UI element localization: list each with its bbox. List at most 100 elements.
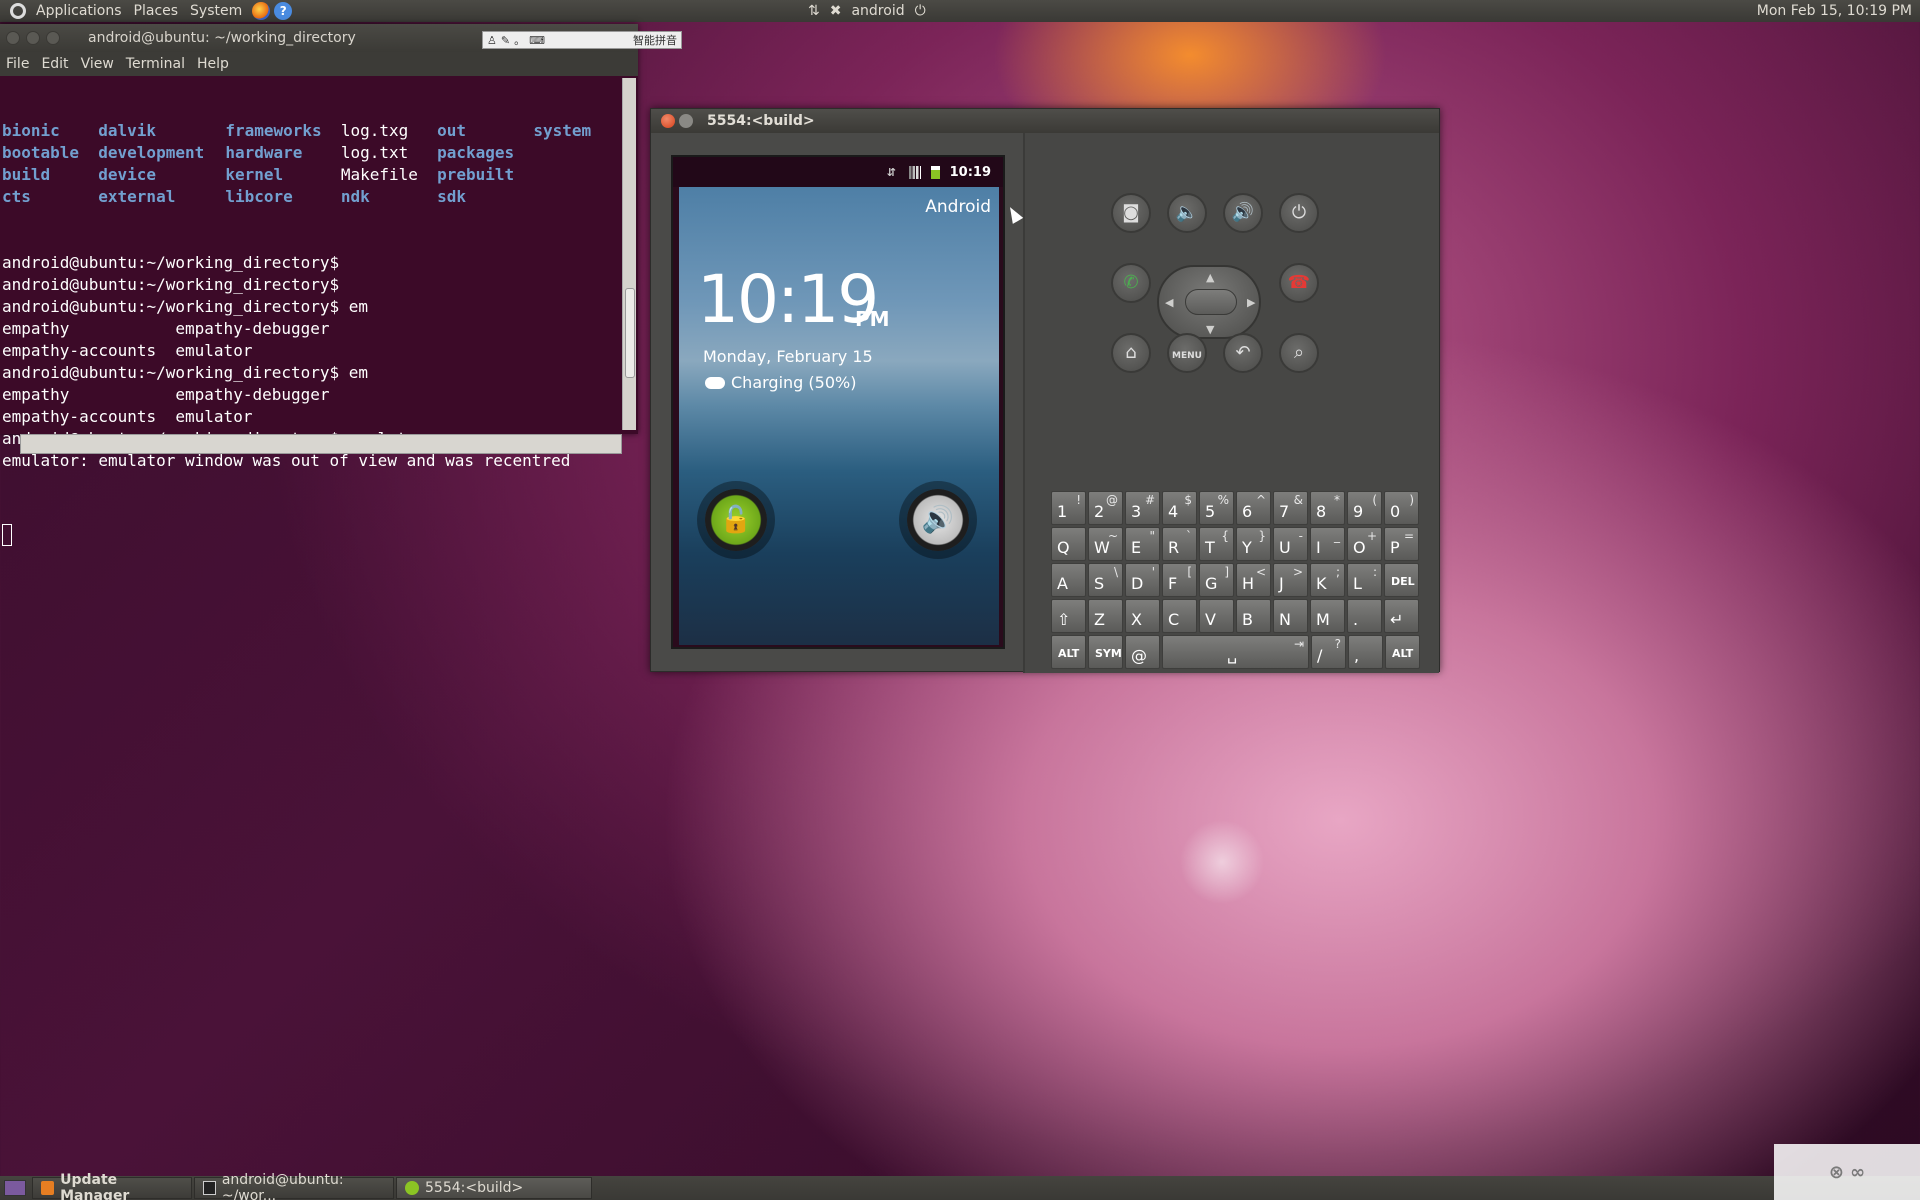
punctuation-icon[interactable]: 。	[514, 32, 525, 48]
keyboard-icon[interactable]: ⌨	[529, 34, 545, 47]
key-7[interactable]: 7 &	[1273, 491, 1308, 525]
firefox-icon[interactable]	[252, 2, 271, 20]
key-↵[interactable]: ↵	[1384, 599, 1419, 633]
key-p[interactable]: P =	[1384, 527, 1419, 561]
key-2[interactable]: 2 @	[1088, 491, 1123, 525]
key-4[interactable]: 4 $	[1162, 491, 1197, 525]
dpad-left-icon[interactable]: ◀	[1165, 296, 1173, 309]
minimize-icon[interactable]	[679, 114, 693, 128]
key-sym[interactable]: SYM	[1088, 635, 1123, 669]
power-icon[interactable]: ⏻	[915, 3, 926, 19]
key-x[interactable]: X	[1125, 599, 1160, 633]
dpad-down-icon[interactable]: ▼	[1206, 323, 1214, 336]
key-q[interactable]: Q	[1051, 527, 1086, 561]
dpad[interactable]: ▲ ▼ ◀ ▶	[1157, 265, 1261, 339]
network-icon[interactable]: ⇅	[808, 3, 820, 19]
key-j[interactable]: J >	[1273, 563, 1308, 597]
key-8[interactable]: 8 *	[1310, 491, 1345, 525]
key-3[interactable]: 3 #	[1125, 491, 1160, 525]
terminal-output[interactable]: bionic dalvik frameworks log.txg out system bo…	[0, 76, 620, 546]
menu-terminal[interactable]: Terminal	[120, 56, 191, 72]
end-call-button[interactable]: ☎	[1279, 263, 1319, 303]
key-/[interactable]: /?	[1311, 635, 1346, 669]
key-1[interactable]: 1!	[1051, 491, 1086, 525]
key-alt[interactable]: ALT	[1385, 635, 1420, 669]
show-desktop-icon[interactable]	[4, 1180, 26, 1196]
key-f[interactable]: F[	[1162, 563, 1197, 597]
penguin-icon[interactable]: ♙	[487, 34, 497, 47]
dpad-right-icon[interactable]: ▶	[1247, 296, 1255, 309]
dpad-center-button[interactable]	[1185, 289, 1237, 315]
emulator-titlebar[interactable]: 5554:<build>	[651, 109, 1439, 133]
ime-mode-icon[interactable]: ✎	[501, 34, 510, 47]
dpad-up-icon[interactable]: ▲	[1206, 271, 1214, 284]
help-icon[interactable]: ?	[274, 2, 293, 20]
menu-view[interactable]: View	[75, 56, 120, 72]
menu-button[interactable]: MENU	[1167, 333, 1207, 373]
key-c[interactable]: C	[1162, 599, 1197, 633]
menu-edit[interactable]: Edit	[35, 56, 74, 72]
key-0[interactable]: 0)	[1384, 491, 1419, 525]
menu-file[interactable]: File	[0, 56, 35, 72]
key-del[interactable]: DEL	[1384, 563, 1419, 597]
ime-label[interactable]: 智能拼音	[633, 32, 681, 48]
volume-down-button[interactable]: 🔈	[1167, 193, 1207, 233]
lockscreen[interactable]: Android 10:19 PM Monday, February 15 Cha…	[679, 187, 999, 645]
taskbar-item-emulator[interactable]: 5554:<build>	[396, 1177, 592, 1199]
sound-slider-handle[interactable]: 🔊	[907, 489, 969, 551]
menu-system[interactable]: System	[184, 3, 248, 19]
key-v[interactable]: V	[1199, 599, 1234, 633]
key-k[interactable]: K;	[1310, 563, 1345, 597]
clock[interactable]: Mon Feb 15, 10:19 PM	[1757, 0, 1912, 22]
key-m[interactable]: M	[1310, 599, 1345, 633]
key-h[interactable]: H <	[1236, 563, 1271, 597]
menu-places[interactable]: Places	[128, 3, 185, 19]
close-icon[interactable]	[661, 114, 675, 128]
phone-screen[interactable]: ⇵ 10:19 Android 10:19 PM Monday, Februar…	[671, 155, 1005, 649]
key-@[interactable]: @	[1125, 635, 1160, 669]
key-l[interactable]: L:	[1347, 563, 1382, 597]
menu-help[interactable]: Help	[191, 56, 235, 72]
home-button[interactable]: ⌂	[1111, 333, 1151, 373]
key-t[interactable]: T{	[1199, 527, 1234, 561]
key-.[interactable]: .	[1347, 599, 1382, 633]
key-s[interactable]: S \	[1088, 563, 1123, 597]
key-y[interactable]: Y}	[1236, 527, 1271, 561]
taskbar-item-terminal[interactable]: android@ubuntu: ~/wor...	[194, 1172, 394, 1200]
key-o[interactable]: O +	[1347, 527, 1382, 561]
key-g[interactable]: G]	[1199, 563, 1234, 597]
key-d[interactable]: D '	[1125, 563, 1160, 597]
key-a[interactable]: A	[1051, 563, 1086, 597]
key-⇧[interactable]: ⇧	[1051, 599, 1086, 633]
key-␣[interactable]: ␣ ⇥	[1162, 635, 1309, 669]
user-name[interactable]: android	[851, 3, 904, 19]
terminal-scrollbar[interactable]	[622, 78, 636, 430]
key-e[interactable]: E "	[1125, 527, 1160, 561]
key-n[interactable]: N	[1273, 599, 1308, 633]
back-button[interactable]: ↶	[1223, 333, 1263, 373]
key-b[interactable]: B	[1236, 599, 1271, 633]
key-r[interactable]: R `	[1162, 527, 1197, 561]
camera-button[interactable]: ◙	[1111, 193, 1151, 233]
unlock-slider-handle[interactable]: 🔓	[705, 489, 767, 551]
ime-toolbar[interactable]: ♙ ✎ 。 ⌨ 智能拼音	[482, 31, 682, 49]
menu-applications[interactable]: Applications	[30, 3, 128, 19]
scrollbar-thumb[interactable]	[625, 288, 635, 378]
close-icon[interactable]	[6, 31, 20, 45]
key-6[interactable]: 6 ^	[1236, 491, 1271, 525]
minimize-icon[interactable]	[26, 31, 40, 45]
call-button[interactable]: ✆	[1111, 263, 1151, 303]
key-z[interactable]: Z	[1088, 599, 1123, 633]
key-,[interactable]: ,	[1348, 635, 1383, 669]
key-alt[interactable]: ALT	[1051, 635, 1086, 669]
key-u[interactable]: U-	[1273, 527, 1308, 561]
key-w[interactable]: W ~	[1088, 527, 1123, 561]
user-status-icon[interactable]: ✖	[830, 3, 842, 19]
power-button[interactable]: ⏻	[1279, 193, 1319, 233]
key-5[interactable]: 5%	[1199, 491, 1234, 525]
ubuntu-logo-icon[interactable]	[10, 3, 26, 19]
maximize-icon[interactable]	[46, 31, 60, 45]
volume-up-button[interactable]: 🔊	[1223, 193, 1263, 233]
search-button[interactable]: ⌕	[1279, 333, 1319, 373]
key-i[interactable]: I _	[1310, 527, 1345, 561]
